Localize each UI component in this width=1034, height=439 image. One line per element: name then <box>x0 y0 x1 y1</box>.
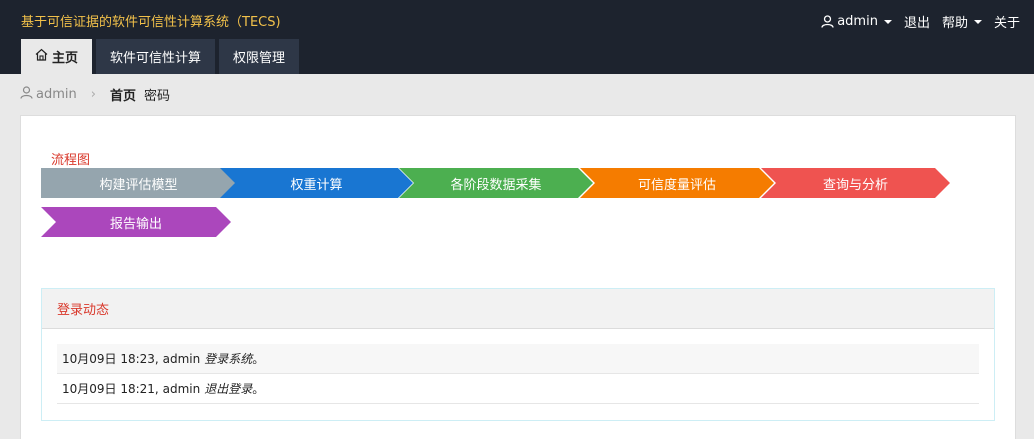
activity-action: 登录系统 <box>204 352 253 366</box>
help-menu[interactable]: 帮助 <box>942 12 982 31</box>
activity-time: 10月09日 18:23, <box>62 352 159 366</box>
activity-time: 10月09日 18:21, <box>62 382 159 396</box>
activity-end: 。 <box>252 382 265 396</box>
user-icon <box>821 15 834 28</box>
login-activity-title: 登录动态 <box>42 289 994 329</box>
flow-step-trust-evaluation[interactable]: 可信度量评估 <box>580 168 774 198</box>
about-label: 关于 <box>993 16 1020 31</box>
top-bar: 基于可信证据的软件可信性计算系统（TECS) admin 退出 帮助 关于 主页 <box>0 0 1034 74</box>
breadcrumb-user: admin <box>20 86 77 103</box>
main-panel: 流程图 构建评估模型 权重计算 各阶段数据采集 可信度量评估 查询与分析 报告输… <box>20 115 1016 439</box>
flow-step-label: 查询与分析 <box>822 177 888 193</box>
breadcrumb-user-label: admin <box>36 87 77 102</box>
activity-action: 退出登录 <box>204 382 253 396</box>
top-nav: admin 退出 帮助 关于 <box>821 12 1020 31</box>
app-title: 基于可信证据的软件可信性计算系统（TECS) <box>21 15 281 30</box>
home-icon <box>35 48 48 65</box>
flow-step-label: 报告输出 <box>109 216 162 232</box>
flow-step-query-analysis[interactable]: 查询与分析 <box>761 168 950 198</box>
flow-title: 流程图 <box>51 153 91 168</box>
tab-permission-management[interactable]: 权限管理 <box>219 39 300 74</box>
flow-step-label: 各阶段数据采集 <box>450 177 542 193</box>
chevron-down-icon <box>973 19 982 24</box>
list-item: 10月09日 18:21, admin 退出登录 。 <box>57 374 979 404</box>
list-item: 10月09日 18:23, admin 登录系统 。 <box>57 344 979 374</box>
flow-step-label: 权重计算 <box>290 177 343 193</box>
breadcrumb: admin › 首页 密码 <box>20 85 170 104</box>
about-link[interactable]: 关于 <box>994 12 1020 31</box>
user-menu-label: admin <box>837 14 878 29</box>
logout-label: 退出 <box>903 16 930 31</box>
help-label: 帮助 <box>941 16 968 31</box>
login-activity-panel: 登录动态 10月09日 18:23, admin 登录系统 。 10月09日 1… <box>41 288 995 421</box>
tab-software-trust-calc[interactable]: 软件可信性计算 <box>96 39 216 74</box>
chevron-down-icon <box>883 19 892 24</box>
flow-step-label: 可信度量评估 <box>637 177 716 193</box>
user-icon <box>20 86 33 103</box>
flow-step-data-collection[interactable]: 各阶段数据采集 <box>399 168 593 198</box>
login-activity-list: 10月09日 18:23, admin 登录系统 。 10月09日 18:21,… <box>57 344 979 404</box>
tab-label: 权限管理 <box>233 51 286 66</box>
flow-step-label: 构建评估模型 <box>99 177 178 193</box>
activity-end: 。 <box>252 352 265 366</box>
tab-label: 主页 <box>52 51 79 66</box>
flow-step-build-model[interactable]: 构建评估模型 <box>41 168 236 198</box>
breadcrumb-home-link[interactable]: 首页 <box>110 85 136 104</box>
main-tabs: 主页 软件可信性计算 权限管理 <box>21 39 300 74</box>
flow-step-report-output[interactable]: 报告输出 <box>41 207 231 237</box>
tab-home[interactable]: 主页 <box>21 39 93 74</box>
user-menu[interactable]: admin <box>821 14 892 29</box>
activity-user: admin <box>162 381 201 396</box>
flow-step-weight-calc[interactable]: 权重计算 <box>220 168 413 198</box>
breadcrumb-password-link[interactable]: 密码 <box>144 85 170 104</box>
chevron-right-icon: › <box>90 87 96 102</box>
tab-label: 软件可信性计算 <box>110 51 202 66</box>
logout-link[interactable]: 退出 <box>904 12 930 31</box>
activity-user: admin <box>162 351 201 366</box>
flow-chart: 构建评估模型 权重计算 各阶段数据采集 可信度量评估 查询与分析 报告输出 <box>41 168 1001 248</box>
